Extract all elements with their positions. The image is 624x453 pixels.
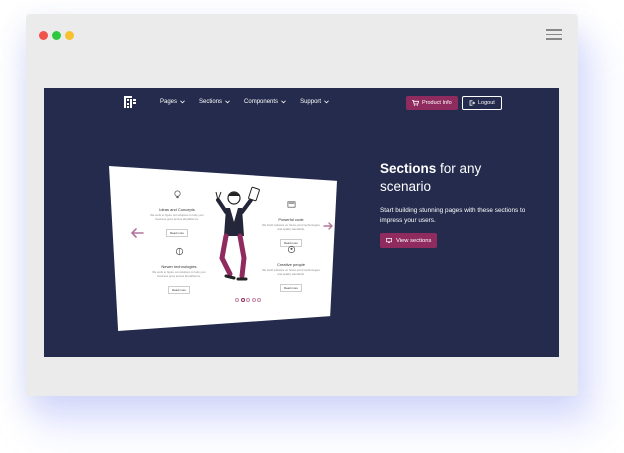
feature-description: We work to figure out solutions to help … bbox=[152, 270, 206, 278]
feature-slide-card: Ideas and Concepts We work to figure out… bbox=[109, 166, 337, 331]
logout-label: Logout bbox=[478, 100, 495, 106]
slider-pager bbox=[235, 298, 261, 302]
feature-newer-technologies: Newer technologies We work to figure out… bbox=[149, 246, 209, 296]
feature-powerful-code: Powerful code We build software on futur… bbox=[261, 199, 321, 249]
pager-dot[interactable] bbox=[257, 298, 261, 302]
nav-links: Pages Sections Components Support bbox=[160, 99, 329, 105]
chevron-down-icon bbox=[281, 100, 286, 104]
chevron-down-icon bbox=[225, 100, 230, 104]
chevron-down-icon bbox=[180, 100, 185, 104]
read-more-button[interactable]: Read more bbox=[166, 229, 188, 238]
pager-dot[interactable] bbox=[235, 298, 239, 302]
hero-section: Pages Sections Components Support Produc… bbox=[44, 88, 559, 357]
people-icon bbox=[287, 245, 295, 254]
arrow-right-icon[interactable] bbox=[323, 222, 333, 230]
lightbulb-icon bbox=[173, 190, 181, 199]
navbar: Pages Sections Components Support Produc… bbox=[44, 88, 559, 118]
hero-title-strong: Sections bbox=[380, 161, 437, 176]
feature-description: We build software on future-proof techno… bbox=[262, 223, 320, 231]
close-dot[interactable] bbox=[39, 31, 48, 40]
feature-description: We build software on future-proof techno… bbox=[262, 268, 320, 276]
nav-item-label: Support bbox=[300, 99, 322, 105]
minimize-dot[interactable] bbox=[52, 31, 61, 40]
logout-icon bbox=[469, 100, 475, 106]
nav-item-pages[interactable]: Pages bbox=[160, 99, 185, 105]
chevron-down-icon bbox=[324, 100, 329, 104]
pager-dot[interactable] bbox=[240, 298, 245, 302]
hero-title: Sections for any scenario bbox=[380, 160, 530, 196]
view-sections-label: View sections bbox=[396, 237, 432, 244]
pager-dot[interactable] bbox=[251, 298, 256, 302]
read-more-button[interactable]: Read more bbox=[168, 286, 190, 295]
feature-title: Ideas and Concepts bbox=[159, 207, 195, 212]
monitor-icon bbox=[386, 238, 392, 243]
feature-title: Creative people bbox=[276, 262, 306, 267]
nav-item-label: Pages bbox=[160, 99, 178, 105]
person-illustration bbox=[215, 186, 260, 281]
nav-item-label: Sections bbox=[199, 99, 223, 105]
window-controls bbox=[39, 31, 74, 40]
hero-copy: Sections for any scenario Start building… bbox=[380, 160, 530, 248]
feature-title: Powerful code bbox=[278, 217, 304, 222]
product-info-button[interactable]: Product Info bbox=[406, 96, 458, 110]
arrow-left-icon[interactable] bbox=[130, 228, 144, 238]
pager-dot[interactable] bbox=[246, 298, 250, 302]
brain-icon bbox=[175, 247, 183, 256]
feature-description: We work to figure out solutions to help … bbox=[150, 213, 204, 221]
nav-item-label: Components bbox=[244, 99, 279, 105]
cart-icon bbox=[412, 100, 419, 106]
maximize-dot[interactable] bbox=[65, 31, 74, 40]
product-info-label: Product Info bbox=[422, 100, 452, 106]
hero-subtitle: Start building stunning pages with these… bbox=[380, 207, 526, 224]
feature-ideas: Ideas and Concepts We work to figure out… bbox=[147, 189, 207, 239]
feature-creative-people: Creative people We build software on fut… bbox=[261, 244, 321, 294]
logout-button[interactable]: Logout bbox=[462, 96, 502, 110]
nav-item-components[interactable]: Components bbox=[244, 99, 286, 105]
nav-item-sections[interactable]: Sections bbox=[199, 99, 230, 105]
nav-item-support[interactable]: Support bbox=[300, 99, 329, 105]
feature-title: Newer technologies bbox=[161, 264, 197, 269]
read-more-button[interactable]: Read more bbox=[280, 284, 302, 293]
logo-icon[interactable] bbox=[124, 96, 136, 108]
code-icon bbox=[287, 201, 295, 208]
view-sections-button[interactable]: View sections bbox=[380, 233, 438, 248]
browser-window: Pages Sections Components Support Produc… bbox=[26, 14, 578, 396]
hamburger-icon[interactable] bbox=[546, 29, 562, 40]
